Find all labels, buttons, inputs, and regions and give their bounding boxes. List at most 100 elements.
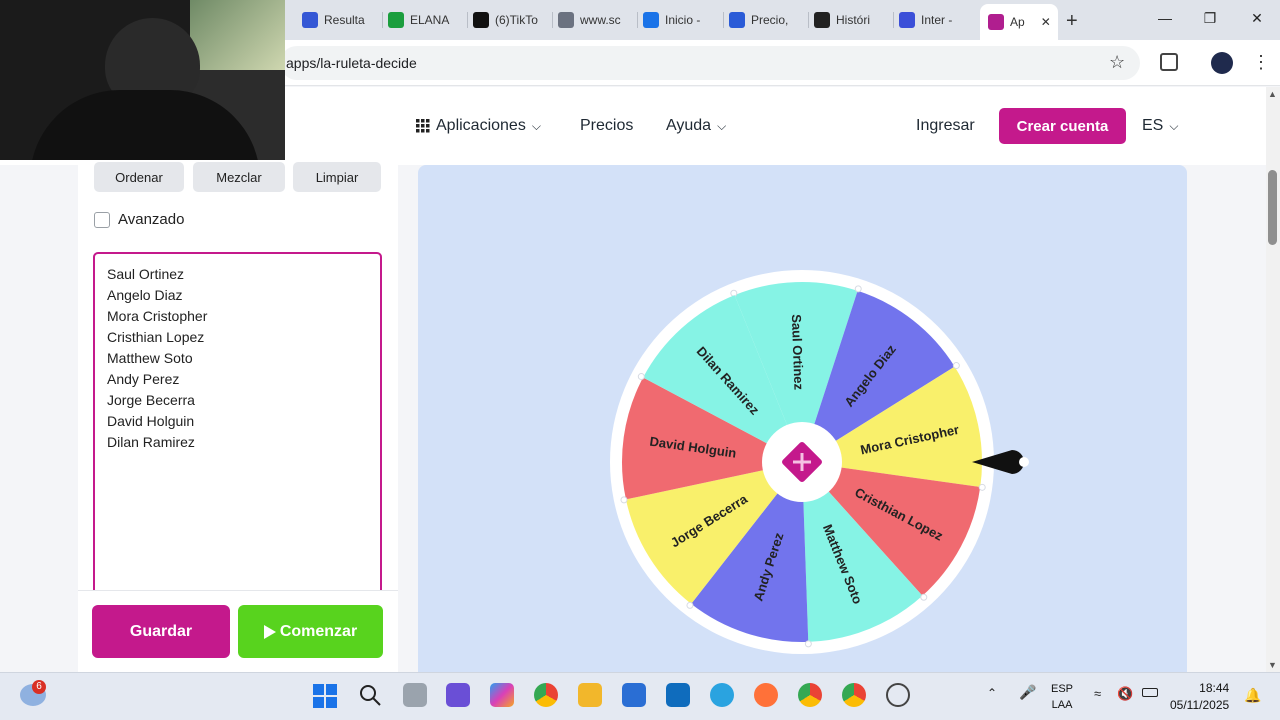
- copilot-icon[interactable]: [490, 683, 514, 707]
- name-line: David Holguin: [107, 413, 195, 429]
- search-icon[interactable]: [358, 683, 382, 707]
- scroll-down-icon[interactable]: ▼: [1268, 660, 1277, 670]
- guardar-button[interactable]: Guardar: [92, 605, 230, 658]
- new-tab-button[interactable]: +: [1066, 10, 1078, 33]
- browser-tab[interactable]: www.sc: [558, 6, 632, 34]
- wheel-peg: [730, 289, 738, 297]
- firefox-icon[interactable]: [754, 683, 778, 707]
- tab-label: Ap: [1010, 15, 1025, 29]
- ingresar-link[interactable]: Ingresar: [916, 117, 975, 135]
- microphone-icon[interactable]: 🎤: [1019, 684, 1036, 701]
- notification-badge: 6: [32, 680, 46, 694]
- webcam-background: [190, 0, 285, 70]
- wheel-peg: [686, 601, 694, 609]
- chrome-profile-icon[interactable]: [842, 683, 866, 707]
- wifi-icon[interactable]: ≈: [1094, 686, 1101, 701]
- nav-precios[interactable]: Precios: [580, 117, 633, 135]
- browser-tab[interactable]: (6)TikTo: [473, 6, 548, 34]
- name-line: Matthew Soto: [107, 350, 193, 366]
- language-indicator[interactable]: ESP LAA: [1051, 681, 1073, 713]
- system-clock[interactable]: 18:44 05/11/2025: [1170, 680, 1229, 714]
- store-icon[interactable]: [622, 683, 646, 707]
- tab-label: ELANA: [410, 13, 450, 27]
- browser-tab[interactable]: Precio,: [729, 6, 803, 34]
- chevron-down-icon: ⌵: [531, 118, 541, 133]
- volume-muted-icon[interactable]: 🔇: [1117, 686, 1133, 702]
- browser-tab[interactable]: Ap ✕: [980, 4, 1058, 40]
- nav-aplicaciones-label: Aplicaciones: [436, 117, 526, 134]
- tab-label: Inicio -: [665, 13, 701, 27]
- chevron-down-icon: ⌵: [717, 118, 727, 133]
- tab-label: Históri: [836, 13, 871, 27]
- app-icon[interactable]: [886, 683, 910, 707]
- bookmark-star-icon[interactable]: ☆: [1109, 52, 1125, 73]
- names-textarea[interactable]: Saul Ortinez Angelo Diaz Mora Cristopher…: [93, 252, 382, 598]
- browser-tab[interactable]: Inter -: [899, 6, 971, 34]
- app-logo-icon: [988, 14, 1004, 30]
- comenzar-button[interactable]: Comenzar: [238, 605, 383, 658]
- lang-line-1: ESP: [1051, 683, 1074, 695]
- url-text[interactable]: apps/la-ruleta-decide: [286, 55, 417, 71]
- nav-aplicaciones[interactable]: Aplicaciones ⌵: [416, 117, 541, 135]
- crear-cuenta-button[interactable]: Crear cuenta: [999, 108, 1126, 144]
- notification-bell-icon[interactable]: 🔔: [1244, 687, 1261, 704]
- lang-line-2: LAA: [1051, 699, 1073, 711]
- wheel-peg: [637, 373, 645, 381]
- task-view-icon[interactable]: [403, 683, 427, 707]
- teams-icon[interactable]: [446, 683, 470, 707]
- browser-tab[interactable]: ELANA: [388, 6, 461, 34]
- name-line: Saul Ortinez: [107, 266, 185, 282]
- limpiar-button[interactable]: Limpiar: [293, 162, 381, 192]
- avanzado-checkbox[interactable]: [94, 212, 110, 228]
- chevron-down-icon: ⌵: [1169, 118, 1179, 133]
- mezclar-button[interactable]: Mezclar: [193, 162, 285, 192]
- tiktok-icon: [473, 12, 489, 28]
- chrome-profile-icon[interactable]: [798, 683, 822, 707]
- outlook-icon[interactable]: [666, 683, 690, 707]
- file-explorer-icon[interactable]: [578, 683, 602, 707]
- windows-start-icon[interactable]: [313, 684, 337, 708]
- tab-label: (6)TikTo: [495, 13, 538, 27]
- wheel-peg: [804, 640, 812, 648]
- name-line: Andy Perez: [107, 371, 180, 387]
- tab-separator: [467, 12, 468, 28]
- clock-date: 05/11/2025: [1170, 698, 1230, 712]
- scroll-up-icon[interactable]: ▲: [1268, 89, 1277, 99]
- tab-label: Resulta: [324, 13, 365, 27]
- tab-separator: [552, 12, 553, 28]
- wheel-peg: [620, 496, 628, 504]
- name-line: Jorge Becerra: [107, 392, 195, 408]
- tray-chevron-icon[interactable]: ⌃: [987, 686, 997, 700]
- restore-icon[interactable]: ❐: [1200, 10, 1220, 27]
- globe-icon: [558, 12, 574, 28]
- tab-separator: [893, 12, 894, 28]
- browser-tab[interactable]: Resulta: [302, 6, 377, 34]
- browser-menu-icon[interactable]: ⋮: [1252, 52, 1270, 73]
- telegram-icon[interactable]: [710, 683, 734, 707]
- spin-wheel[interactable]: Saul Ortinez Angelo DiazMora CristopherCr…: [418, 165, 1187, 672]
- extensions-icon[interactable]: [1160, 53, 1178, 71]
- close-window-icon[interactable]: ✕: [1247, 10, 1267, 27]
- battery-icon[interactable]: [1142, 688, 1158, 697]
- edge-icon: [643, 12, 659, 28]
- scrollbar-thumb[interactable]: [1268, 170, 1277, 245]
- close-tab-icon[interactable]: ✕: [1041, 15, 1051, 29]
- ordenar-button[interactable]: Ordenar: [94, 162, 184, 192]
- language-label: ES: [1142, 117, 1164, 134]
- at-icon: [729, 12, 745, 28]
- name-line: Mora Cristopher: [107, 308, 208, 324]
- wheel-peg: [854, 285, 862, 293]
- nav-ayuda[interactable]: Ayuda ⌵: [666, 117, 726, 135]
- language-selector[interactable]: ES ⌵: [1142, 117, 1178, 135]
- nav-ayuda-label: Ayuda: [666, 117, 712, 134]
- minimize-icon[interactable]: —: [1155, 10, 1175, 26]
- profile-avatar[interactable]: [1211, 52, 1233, 74]
- browser-tab[interactable]: Históri: [814, 6, 889, 34]
- chrome-icon[interactable]: [534, 683, 558, 707]
- tab-separator: [637, 12, 638, 28]
- browser-tab[interactable]: Inicio -: [643, 6, 718, 34]
- tab-label: Inter -: [921, 13, 953, 27]
- name-line: Angelo Diaz: [107, 287, 183, 303]
- name-line: Dilan Ramirez: [107, 434, 195, 450]
- wheel-segment-label: Saul Ortinez: [789, 314, 807, 391]
